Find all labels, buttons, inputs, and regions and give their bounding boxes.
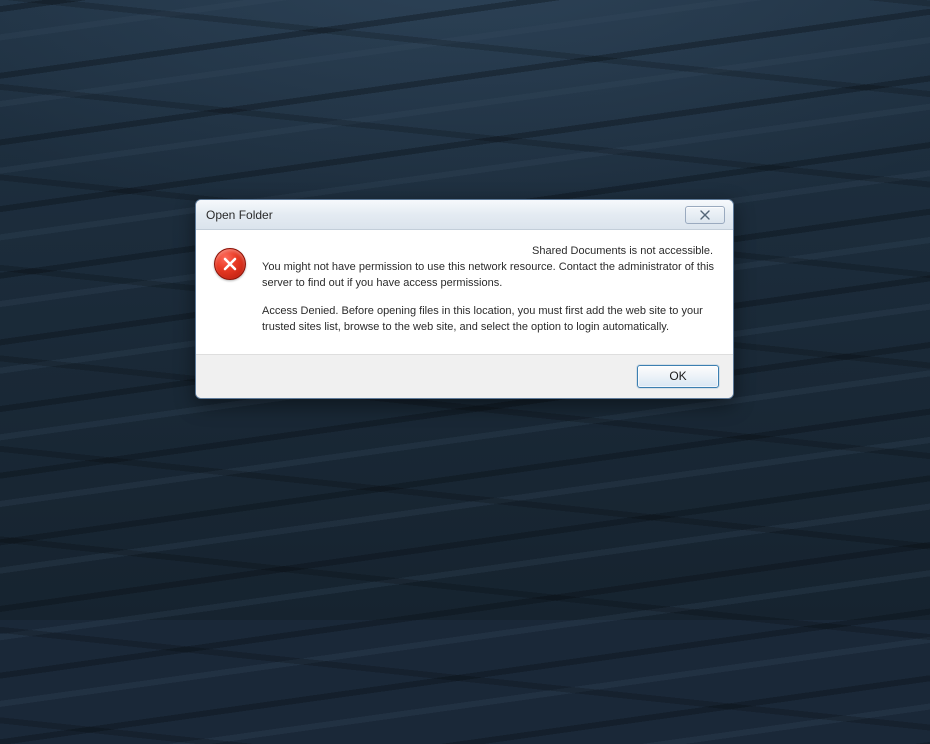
dialog-body: Shared Documents is not accessible. You … — [196, 230, 733, 354]
dialog-title: Open Folder — [206, 208, 685, 222]
dialog-paragraph-1: You might not have permission to use thi… — [262, 260, 715, 292]
close-button[interactable] — [685, 206, 725, 224]
close-icon — [698, 210, 712, 220]
dialog-headline: Shared Documents is not accessible. — [262, 244, 715, 260]
dialog-icon-column — [214, 244, 250, 336]
dialog-paragraph-2: Access Denied. Before opening files in t… — [262, 304, 715, 336]
dialog-footer: OK — [196, 354, 733, 398]
error-icon — [214, 248, 246, 280]
error-dialog: Open Folder Shared Documents is not acce… — [195, 199, 734, 399]
dialog-titlebar[interactable]: Open Folder — [196, 200, 733, 230]
dialog-text-column: Shared Documents is not accessible. You … — [262, 244, 715, 336]
ok-button[interactable]: OK — [637, 365, 719, 388]
ok-button-label: OK — [669, 369, 686, 383]
